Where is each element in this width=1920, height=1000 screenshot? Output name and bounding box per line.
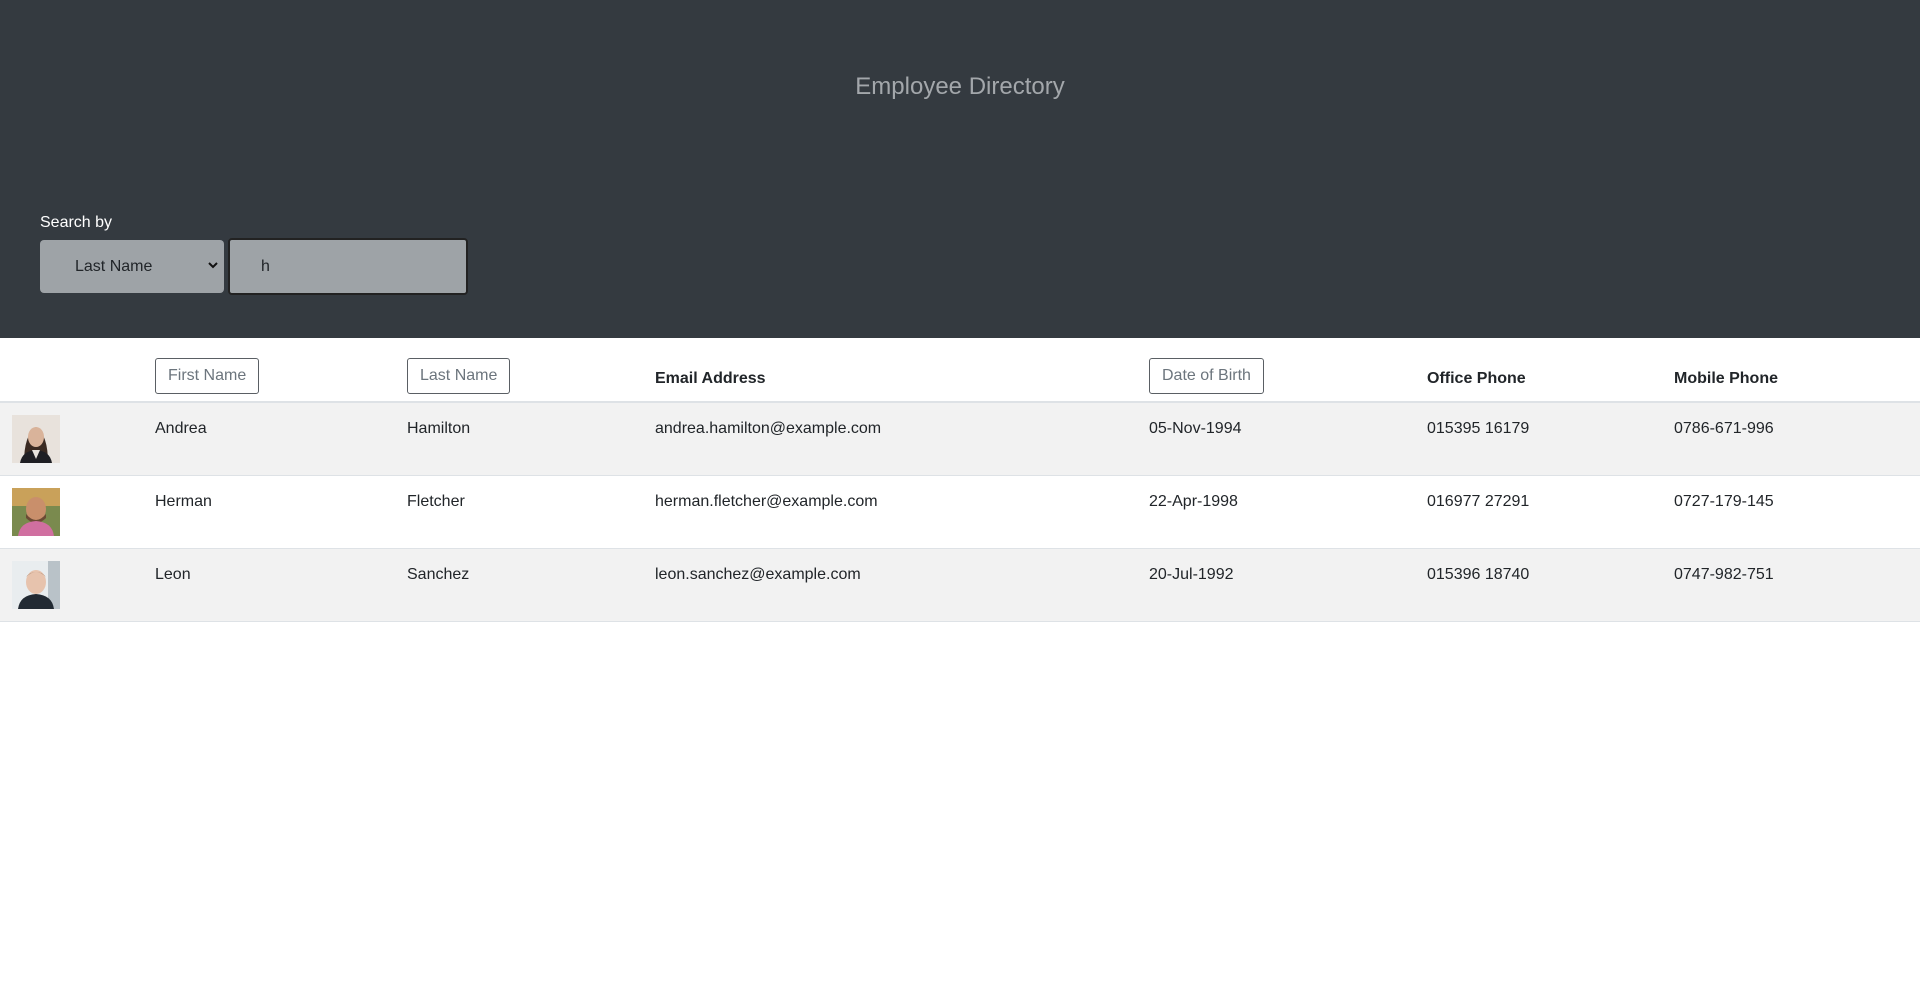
mobile-phone-cell: 0747-982-751 (1674, 548, 1920, 622)
header: Employee Directory Search by Last Name h (0, 0, 1920, 338)
email-cell: herman.fletcher@example.com (655, 475, 1149, 549)
sort-first-name-button[interactable]: First Name (155, 358, 260, 394)
dob-column-header: Date of Birth (1149, 338, 1427, 403)
last-name-cell: Fletcher (407, 475, 655, 549)
mobile-phone-cell: 0727-179-145 (1674, 475, 1920, 549)
avatar (12, 487, 60, 536)
chevron-down-icon (208, 262, 218, 269)
last-name-column-header: Last Name (407, 338, 655, 403)
office-phone-cell: 015395 16179 (1427, 402, 1674, 476)
search-input[interactable]: h (228, 238, 468, 295)
search-field-select[interactable]: Last Name (40, 240, 224, 293)
search-label: Search by (40, 214, 113, 231)
last-name-cell: Hamilton (407, 402, 655, 476)
email-cell: leon.sanchez@example.com (655, 548, 1149, 622)
avatar (12, 415, 60, 463)
table-row: Herman Fletcher herman.fletcher@example.… (0, 475, 1920, 549)
first-name-column-header: First Name (155, 338, 407, 403)
dob-cell: 22-Apr-1998 (1149, 475, 1427, 549)
sort-last-name-button[interactable]: Last Name (407, 358, 511, 394)
email-column-header: Email Address (655, 338, 1149, 403)
mobile-phone-column-header: Mobile Phone (1674, 338, 1920, 403)
page-title: Employee Directory (855, 73, 1065, 100)
table-row: Leon Sanchez leon.sanchez@example.com 20… (0, 548, 1920, 622)
first-name-cell: Herman (155, 475, 407, 549)
avatar-cell (0, 402, 155, 476)
last-name-cell: Sanchez (407, 548, 655, 622)
first-name-cell: Andrea (155, 402, 407, 476)
mobile-phone-cell: 0786-671-996 (1674, 402, 1920, 476)
avatar-cell (0, 548, 155, 622)
first-name-cell: Leon (155, 548, 407, 622)
email-cell: andrea.hamilton@example.com (655, 402, 1149, 476)
image-column-header (0, 338, 155, 403)
office-phone-cell: 016977 27291 (1427, 475, 1674, 549)
table-row: Andrea Hamilton andrea.hamilton@example.… (0, 402, 1920, 476)
avatar (12, 560, 60, 609)
dob-cell: 05-Nov-1994 (1149, 402, 1427, 476)
employee-table: First Name Last Name Email Address Date … (0, 338, 1920, 622)
search-input-value: h (261, 257, 270, 275)
office-phone-cell: 015396 18740 (1427, 548, 1674, 622)
search-select-value: Last Name (75, 257, 153, 275)
table-header-row: First Name Last Name Email Address Date … (0, 338, 1920, 403)
avatar-cell (0, 475, 155, 549)
office-phone-column-header: Office Phone (1427, 338, 1674, 403)
dob-cell: 20-Jul-1992 (1149, 548, 1427, 622)
sort-dob-button[interactable]: Date of Birth (1149, 358, 1264, 394)
